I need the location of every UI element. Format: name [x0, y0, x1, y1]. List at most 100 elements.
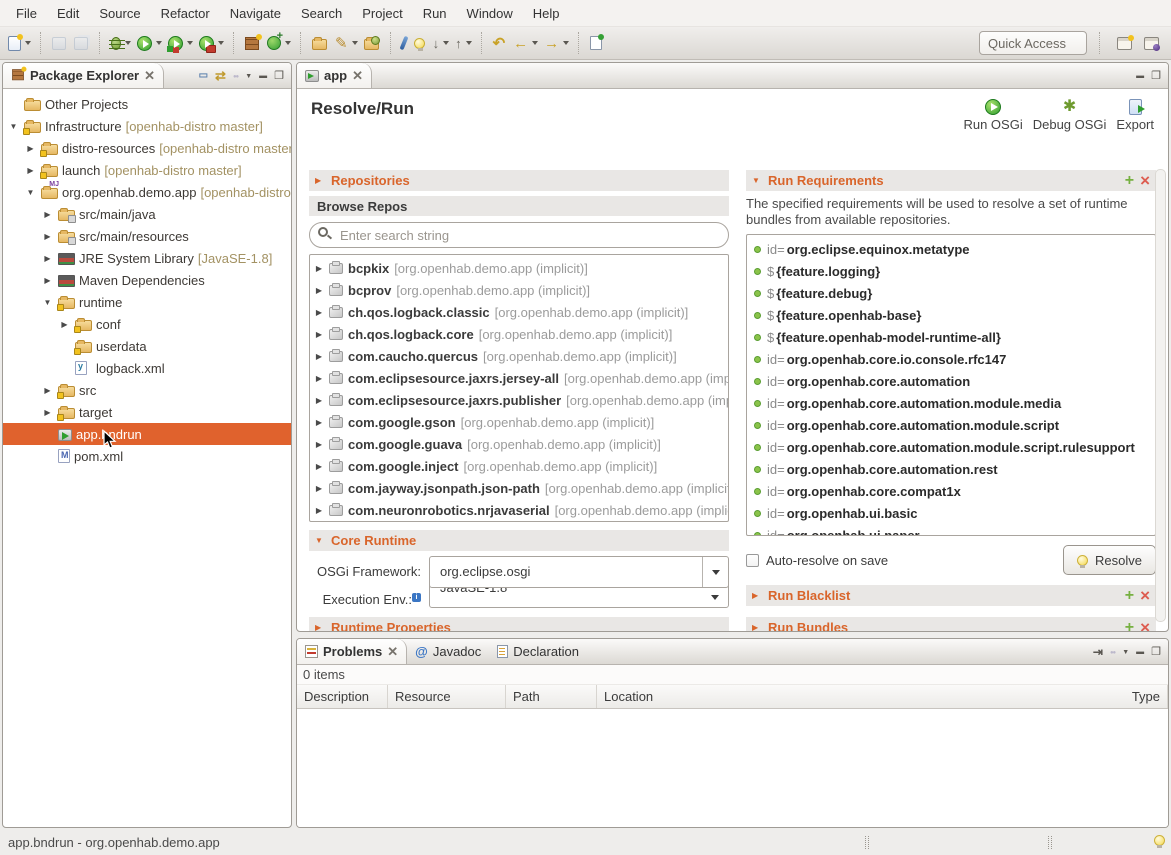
view-toolbar-icon[interactable] — [1122, 646, 1129, 657]
osgi-framework-combo[interactable]: org.eclipse.osgi — [429, 556, 729, 588]
repo-row[interactable]: com.google.gson [org.openhab.demo.app (i… — [310, 411, 728, 433]
toolbar-button[interactable] — [510, 32, 541, 55]
tab-app-editor[interactable]: app ✕ — [297, 63, 372, 88]
tree-item[interactable]: conf — [3, 313, 291, 335]
repo-row[interactable]: bcprov [org.openhab.demo.app (implicit)] — [310, 279, 728, 301]
menu-item[interactable]: Window — [457, 2, 523, 25]
repo-row[interactable]: com.google.inject [org.openhab.demo.app … — [310, 455, 728, 477]
menu-item[interactable]: Source — [89, 2, 150, 25]
auto-resolve-checkbox[interactable] — [746, 554, 759, 567]
repo-row[interactable]: ch.qos.logback.classic [org.openhab.demo… — [310, 301, 728, 323]
add-icon[interactable]: + — [1125, 621, 1134, 633]
column-header[interactable]: Type — [1125, 685, 1168, 708]
requirement-row[interactable]: id= org.openhab.core.automation.module.s… — [747, 414, 1155, 436]
close-icon[interactable]: ✕ — [352, 68, 363, 84]
chevron-down-icon[interactable] — [702, 557, 728, 587]
section-arrow-icon[interactable] — [315, 623, 325, 632]
section-arrow-icon[interactable] — [315, 176, 325, 185]
requirement-row[interactable]: $ {feature.openhab-base} — [747, 304, 1155, 326]
requirement-row[interactable]: id= org.openhab.core.io.console.rfc147 — [747, 348, 1155, 370]
requirement-row[interactable]: $ {feature.logging} — [747, 260, 1155, 282]
repo-row[interactable]: com.eclipsesource.jaxrs.publisher [org.o… — [310, 389, 728, 411]
requirement-row[interactable]: id= org.openhab.ui.basic — [747, 502, 1155, 524]
column-header[interactable]: Location — [597, 685, 1125, 708]
repo-row[interactable]: com.google.guava [org.openhab.demo.app (… — [310, 433, 728, 455]
toolbar-button[interactable] — [49, 34, 71, 53]
requirement-row[interactable]: id= org.eclipse.equinox.metatype — [747, 238, 1155, 260]
tree-item[interactable]: src/main/resources — [3, 225, 291, 247]
tree-item[interactable]: org.openhab.demo.app [openhab-distro mas… — [3, 181, 291, 203]
resolve-button[interactable]: Resolve — [1063, 545, 1156, 575]
tree-item[interactable]: pom.xml — [3, 445, 291, 467]
editor-action-button[interactable]: Debug OSGi — [1033, 99, 1107, 132]
requirement-row[interactable]: id= org.openhab.ui.paper — [747, 524, 1155, 536]
view-tab[interactable]: Declaration ✕ — [489, 639, 587, 664]
view-toolbar-icon[interactable] — [199, 70, 208, 81]
perspective-button[interactable] — [1141, 34, 1162, 53]
tree-item[interactable]: app.bndrun — [3, 423, 291, 445]
section-run-blacklist[interactable]: Run Blacklist + × — [746, 585, 1156, 606]
tab-package-explorer[interactable]: Package Explorer ✕ — [3, 63, 164, 88]
close-icon[interactable]: ✕ — [144, 68, 155, 84]
menu-item[interactable]: Project — [352, 2, 412, 25]
editor-scrollbar[interactable] — [1155, 169, 1166, 622]
expand-arrow-icon[interactable] — [41, 232, 54, 241]
requirement-row[interactable]: $ {feature.openhab-model-runtime-all} — [747, 326, 1155, 348]
section-arrow-icon[interactable] — [752, 623, 762, 632]
expand-arrow-icon[interactable] — [314, 484, 324, 493]
chevron-down-icon[interactable] — [702, 587, 728, 607]
view-toolbar-icon[interactable] — [1136, 646, 1144, 657]
requirement-row[interactable]: id= org.openhab.core.automation.module.m… — [747, 392, 1155, 414]
column-header[interactable]: Resource — [388, 685, 506, 708]
expand-arrow-icon[interactable] — [314, 396, 324, 405]
expand-arrow-icon[interactable] — [41, 276, 54, 285]
expand-arrow-icon[interactable] — [41, 386, 54, 395]
menu-item[interactable]: Search — [291, 2, 352, 25]
expand-arrow-icon[interactable] — [24, 144, 37, 153]
menu-item[interactable]: Refactor — [151, 2, 220, 25]
perspective-button[interactable] — [1114, 34, 1135, 53]
view-toolbar-icon[interactable] — [233, 70, 238, 81]
toolbar-button[interactable] — [399, 33, 411, 53]
remove-icon[interactable]: × — [1140, 174, 1150, 188]
menu-item[interactable]: Run — [413, 2, 457, 25]
close-icon[interactable]: ✕ — [387, 644, 398, 660]
repo-row[interactable]: com.neuronrobotics.nrjavaserial [org.ope… — [310, 499, 728, 521]
requirement-row[interactable]: id= org.openhab.core.automation.module.s… — [747, 436, 1155, 458]
toolbar-button[interactable] — [196, 33, 227, 54]
repo-search-input[interactable] — [309, 222, 729, 248]
expand-arrow-icon[interactable] — [314, 506, 324, 515]
tree-item[interactable]: src — [3, 379, 291, 401]
minimize-icon[interactable] — [1136, 70, 1144, 81]
expand-arrow-icon[interactable] — [314, 352, 324, 361]
expand-arrow-icon[interactable] — [41, 210, 54, 219]
expand-arrow-icon[interactable] — [24, 166, 37, 175]
expand-arrow-icon[interactable] — [314, 286, 324, 295]
tree-item[interactable]: Other Projects — [3, 93, 291, 115]
remove-icon[interactable]: × — [1140, 589, 1150, 603]
add-icon[interactable]: + — [1125, 174, 1134, 188]
view-toolbar-icon[interactable] — [259, 70, 267, 81]
view-toolbar-icon[interactable] — [215, 68, 226, 84]
tree-item[interactable]: distro-resources [openhab-distro master] — [3, 137, 291, 159]
view-toolbar-icon[interactable] — [274, 69, 284, 82]
menu-item[interactable]: Navigate — [220, 2, 291, 25]
view-toolbar-icon[interactable] — [1110, 646, 1115, 657]
toolbar-button[interactable] — [587, 33, 607, 53]
section-repositories[interactable]: Repositories — [309, 170, 729, 191]
toolbar-button[interactable] — [332, 33, 361, 54]
repo-row[interactable]: com.jayway.jsonpath.json-path [org.openh… — [310, 477, 728, 499]
menu-item[interactable]: Edit — [47, 2, 89, 25]
repo-row[interactable]: ch.qos.logback.core [org.openhab.demo.ap… — [310, 323, 728, 345]
add-icon[interactable]: + — [1125, 589, 1134, 603]
toolbar-button[interactable] — [452, 33, 475, 54]
requirement-row[interactable]: id= org.openhab.core.compat1x — [747, 480, 1155, 502]
expand-arrow-icon[interactable] — [41, 254, 54, 263]
tree-item[interactable]: userdata — [3, 335, 291, 357]
tree-item[interactable]: src/main/java — [3, 203, 291, 225]
tree-item[interactable]: Maven Dependencies — [3, 269, 291, 291]
expand-arrow-icon[interactable] — [58, 320, 71, 329]
editor-action-button[interactable]: Run OSGi — [963, 99, 1022, 132]
expand-arrow-icon[interactable] — [41, 408, 54, 417]
toolbar-button[interactable] — [71, 34, 93, 53]
